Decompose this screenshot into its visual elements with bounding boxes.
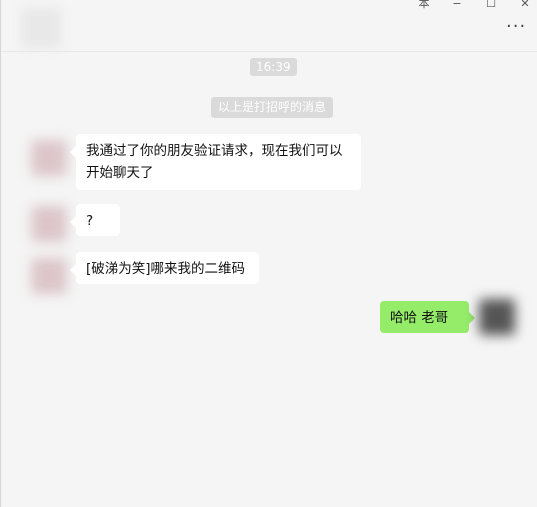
maximize-icon[interactable]: ☐ <box>481 0 501 10</box>
chat-window: 本 − ☐ ✕ ··· 16:39 以上是打招呼的消息 我通过了你的朋友验证请求… <box>0 0 537 507</box>
title-bar: 本 − ☐ ✕ ··· <box>1 0 537 52</box>
avatar[interactable] <box>479 299 515 335</box>
message-bubble-incoming[interactable]: 我通过了你的朋友验证请求，现在我们可以开始聊天了 <box>70 134 361 190</box>
avatar[interactable] <box>31 140 67 176</box>
close-icon[interactable]: ✕ <box>515 0 535 10</box>
avatar[interactable] <box>31 206 67 242</box>
minimize-icon[interactable]: − <box>447 0 467 10</box>
more-icon[interactable]: ··· <box>506 18 528 36</box>
message-bubble-incoming[interactable]: [破涕为笑]哪来我的二维码 <box>70 252 259 284</box>
message-bubble-incoming[interactable]: ? <box>70 204 120 236</box>
pin-icon[interactable]: 本 <box>414 0 434 10</box>
message-timestamp: 16:39 <box>250 58 297 76</box>
message-bubble-outgoing[interactable]: 哈哈 老哥 <box>380 301 475 333</box>
system-tip: 以上是打招呼的消息 <box>211 97 334 118</box>
contact-avatar-blurred <box>21 8 61 48</box>
avatar[interactable] <box>31 258 67 294</box>
